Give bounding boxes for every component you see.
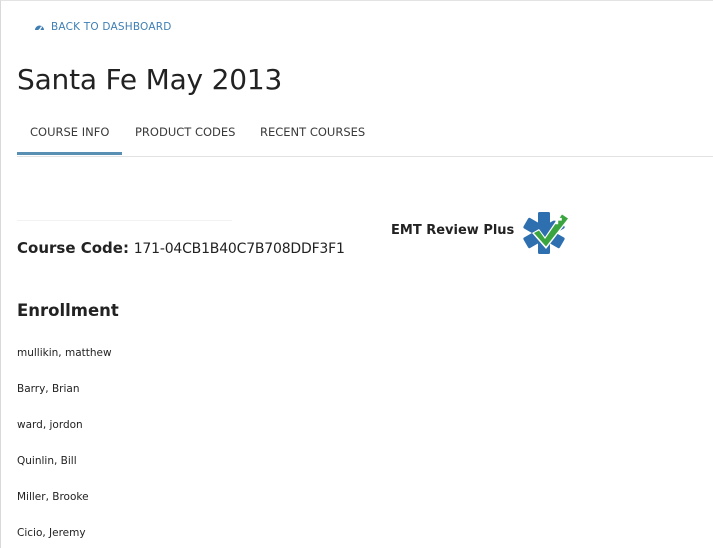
dashboard-icon [34,22,45,32]
list-item: Barry, Brian [17,383,80,395]
course-code-label: Course Code: [17,239,129,257]
back-link-label: BACK TO DASHBOARD [51,21,172,33]
list-item: Quinlin, Bill [17,455,77,467]
star-of-life-checkmark-icon [518,205,574,261]
tab-course-info[interactable]: COURSE INFO [17,119,122,155]
page-title: Santa Fe May 2013 [17,63,283,96]
list-item: Miller, Brooke [17,491,89,503]
divider [17,220,232,221]
tab-product-codes[interactable]: PRODUCT CODES [135,119,235,155]
enrollment-list: mullikin, matthew Barry, Brian ward, jor… [17,345,112,548]
tab-recent-courses[interactable]: RECENT COURSES [260,119,365,155]
list-item: ward, jordon [17,419,83,431]
product-brand: EMT Review Plus [391,205,574,261]
course-page: BACK TO DASHBOARD Santa Fe May 2013 COUR… [0,0,713,548]
list-item: mullikin, matthew [17,347,112,359]
course-code: Course Code: 171-04CB1B40C7B708DDF3F1 [17,239,345,257]
brand-name: EMT Review Plus [391,222,515,238]
tab-bar: COURSE INFO PRODUCT CODES RECENT COURSES [17,119,713,157]
back-to-dashboard-link[interactable]: BACK TO DASHBOARD [34,21,171,33]
list-item: Cicio, Jeremy [17,527,86,539]
enrollment-heading: Enrollment [17,301,119,320]
course-code-value: 171-04CB1B40C7B708DDF3F1 [133,241,345,257]
